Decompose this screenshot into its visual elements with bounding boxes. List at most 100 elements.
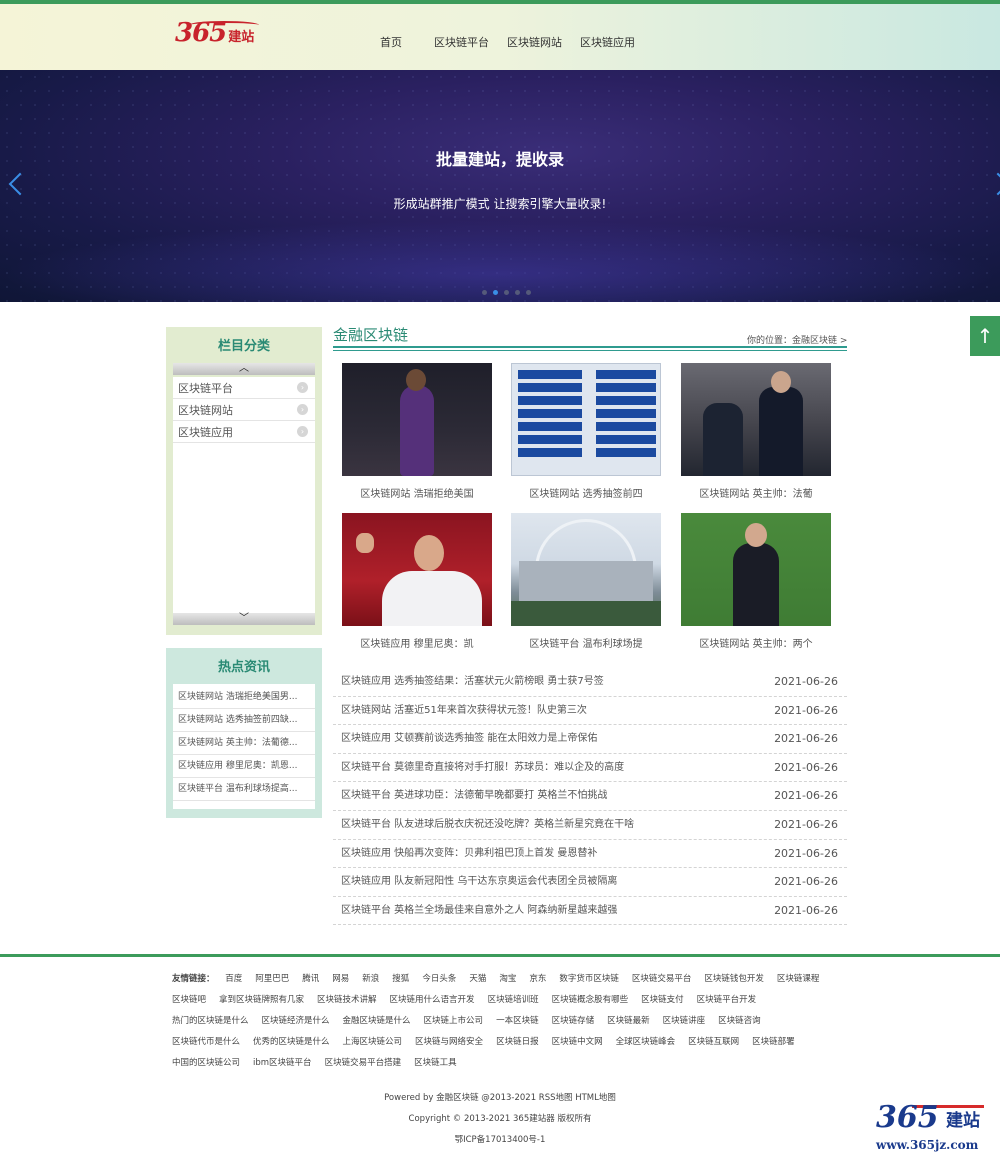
friend-link[interactable]: 金融区块链是什么 — [343, 1011, 411, 1032]
friend-link[interactable]: 区块链工具 — [414, 1053, 457, 1074]
friend-link[interactable]: 区块链存储 — [552, 1011, 595, 1032]
hot-news-item[interactable]: 区块链网站 浩瑞拒绝美国男... — [173, 686, 315, 709]
nav-blockchain-platform[interactable]: 区块链平台 — [434, 34, 489, 50]
news-item[interactable]: 区块链应用 艾顿赛前谈选秀抽签 能在太阳效力是上帝保佑 2021-06-26 — [333, 725, 847, 754]
friend-link[interactable]: 网易 — [332, 969, 349, 990]
friend-link[interactable]: 区块链支付 — [641, 990, 684, 1011]
news-item[interactable]: 区块链网站 活塞近51年来首次获得状元签！队史第三次 2021-06-26 — [333, 697, 847, 726]
friend-link[interactable]: 区块链经济是什么 — [262, 1011, 330, 1032]
breadcrumb[interactable]: 你的位置：金融区块链 > — [747, 333, 847, 346]
thumb-caption[interactable]: 区块链应用 穆里尼奥：凯 — [342, 635, 492, 650]
friend-link[interactable]: 区块链平台开发 — [697, 990, 757, 1011]
news-title[interactable]: 区块链平台 英进球功臣：法德葡早晚都要打 英格兰不怕挑战 — [341, 782, 607, 810]
pager-dot[interactable] — [515, 290, 520, 295]
nav-home[interactable]: 首页 — [380, 34, 402, 50]
back-to-top-button[interactable]: ↑ — [970, 316, 1000, 356]
friend-link[interactable]: 区块链上市公司 — [424, 1011, 484, 1032]
news-item[interactable]: 区块链平台 莫德里奇直接将对手打服！苏球员：难以企及的高度 2021-06-26 — [333, 754, 847, 783]
thumb-caption[interactable]: 区块链网站 英主帅：法葡 — [681, 485, 831, 500]
category-item-website[interactable]: 区块链网站 › — [173, 399, 315, 421]
thumb-card[interactable]: 区块链网站 浩瑞拒绝美国 — [342, 363, 492, 500]
friend-link[interactable]: 中国的区块链公司 — [172, 1053, 240, 1074]
category-item-platform[interactable]: 区块链平台 › — [173, 377, 315, 399]
friend-link[interactable]: 区块链最新 — [607, 1011, 650, 1032]
news-title[interactable]: 区块链应用 快船再次变阵：贝弗利祖巴顶上首发 曼恩替补 — [341, 840, 597, 868]
thumb-card[interactable]: 区块链网站 英主帅：法葡 — [681, 363, 831, 500]
news-title[interactable]: 区块链应用 艾顿赛前谈选秀抽签 能在太阳效力是上帝保佑 — [341, 725, 597, 753]
site-logo[interactable]: 365 建站 — [175, 18, 259, 48]
friend-link[interactable]: 百度 — [225, 969, 242, 990]
friend-link[interactable]: 区块链中文网 — [552, 1032, 603, 1053]
draft-order-graphic[interactable] — [511, 363, 661, 476]
friend-link[interactable]: 区块链代币是什么 — [172, 1032, 240, 1053]
friend-link[interactable]: 淘宝 — [499, 969, 516, 990]
hot-news-item[interactable]: 区块链平台 温布利球场提高... — [173, 778, 315, 801]
friend-link[interactable]: 新浪 — [362, 969, 379, 990]
icp-license[interactable]: 鄂ICP备17013400号-1 — [0, 1133, 1000, 1145]
thumb-card[interactable]: 区块链网站 选秀抽签前四 — [511, 363, 661, 500]
hot-news-item[interactable]: 区块链应用 穆里尼奥：凯恩... — [173, 755, 315, 778]
friend-link[interactable]: 区块链讲座 — [663, 1011, 706, 1032]
friend-link[interactable]: 区块链吧 — [172, 990, 206, 1011]
friend-link[interactable]: 区块链日报 — [496, 1032, 539, 1053]
news-title[interactable]: 区块链应用 选秀抽签结果：活塞状元火箭榜眼 勇士获7号签 — [341, 668, 604, 696]
friend-link[interactable]: 上海区块链公司 — [343, 1032, 403, 1053]
scroll-up-button[interactable]: ︿ — [173, 363, 315, 375]
thumb-caption[interactable]: 区块链网站 浩瑞拒绝美国 — [342, 485, 492, 500]
news-title[interactable]: 区块链应用 队友新冠阳性 乌干达东京奥运会代表团全员被隔离 — [341, 868, 617, 896]
thumb-caption[interactable]: 区块链网站 选秀抽签前四 — [511, 485, 661, 500]
hot-news-item[interactable]: 区块链网站 选秀抽签前四缺... — [173, 709, 315, 732]
pager-dot[interactable] — [526, 290, 531, 295]
news-item[interactable]: 区块链平台 英格兰全场最佳来自意外之人 阿森纳新星越来越强 2021-06-26 — [333, 897, 847, 926]
news-item[interactable]: 区块链应用 选秀抽签结果：活塞状元火箭榜眼 勇士获7号签 2021-06-26 — [333, 668, 847, 697]
powered-by[interactable]: Powered by 金融区块链 @2013-2021 RSS地图 HTML地图 — [0, 1091, 1000, 1103]
news-title[interactable]: 区块链平台 队友进球后脱衣庆祝还没吃牌？英格兰新星究竟在干啥 — [341, 811, 634, 839]
football-player-photo[interactable] — [342, 513, 492, 626]
pager-dot[interactable] — [504, 290, 509, 295]
friend-link[interactable]: 天猫 — [469, 969, 486, 990]
thumb-caption[interactable]: 区块链平台 温布利球场提 — [511, 635, 661, 650]
friend-link[interactable]: 数字货币区块链 — [559, 969, 619, 990]
friend-link[interactable]: 腾讯 — [302, 969, 319, 990]
thumb-card[interactable]: 区块链平台 温布利球场提 — [511, 513, 661, 650]
friend-link[interactable]: 全球区块链峰会 — [616, 1032, 676, 1053]
friend-link[interactable]: 区块链钱包开发 — [704, 969, 764, 990]
friend-link[interactable]: 京东 — [529, 969, 546, 990]
thumb-caption[interactable]: 区块链网站 英主帅：两个 — [681, 635, 831, 650]
friend-link[interactable]: 优秀的区块链是什么 — [253, 1032, 330, 1053]
friend-link[interactable]: 区块链与网络安全 — [415, 1032, 483, 1053]
friend-link[interactable]: 拿到区块链牌照有几家 — [219, 990, 304, 1011]
friend-link[interactable]: 区块链部署 — [752, 1032, 795, 1053]
news-item[interactable]: 区块链平台 队友进球后脱衣庆祝还没吃牌？英格兰新星究竟在干啥 2021-06-26 — [333, 811, 847, 840]
category-item-app[interactable]: 区块链应用 › — [173, 421, 315, 443]
nav-blockchain-app[interactable]: 区块链应用 — [580, 34, 635, 50]
friend-link[interactable]: 区块链概念股有哪些 — [552, 990, 629, 1011]
stadium-photo[interactable] — [511, 513, 661, 626]
friend-link[interactable]: 区块链咨询 — [718, 1011, 761, 1032]
pager-dot[interactable] — [482, 290, 487, 295]
friend-link[interactable]: ibm区块链平台 — [253, 1053, 312, 1074]
friend-link[interactable]: 搜狐 — [392, 969, 409, 990]
pager-dot-active[interactable] — [493, 290, 498, 295]
friend-link[interactable]: 区块链技术讲解 — [317, 990, 377, 1011]
manager-photo[interactable] — [681, 513, 831, 626]
scroll-down-button[interactable]: ﹀ — [173, 613, 315, 625]
basketball-player-photo[interactable] — [342, 363, 492, 476]
thumb-card[interactable]: 区块链应用 穆里尼奥：凯 — [342, 513, 492, 650]
friend-link[interactable]: 区块链用什么语言开发 — [390, 990, 475, 1011]
news-title[interactable]: 区块链平台 莫德里奇直接将对手打服！苏球员：难以企及的高度 — [341, 754, 624, 782]
friend-link[interactable]: 热门的区块链是什么 — [172, 1011, 249, 1032]
news-title[interactable]: 区块链网站 活塞近51年来首次获得状元签！队史第三次 — [341, 697, 587, 725]
news-item[interactable]: 区块链平台 英进球功臣：法德葡早晚都要打 英格兰不怕挑战 2021-06-26 — [333, 782, 847, 811]
friend-link[interactable]: 一本区块链 — [496, 1011, 539, 1032]
nav-blockchain-website[interactable]: 区块链网站 — [507, 34, 562, 50]
hot-news-item[interactable]: 区块链网站 英主帅：法葡德... — [173, 732, 315, 755]
friend-link[interactable]: 区块链交易平台搭建 — [325, 1053, 402, 1074]
friend-link[interactable]: 今日头条 — [422, 969, 456, 990]
news-title[interactable]: 区块链平台 英格兰全场最佳来自意外之人 阿森纳新星越来越强 — [341, 897, 617, 925]
coaches-photo[interactable] — [681, 363, 831, 476]
friend-link[interactable]: 区块链交易平台 — [632, 969, 692, 990]
friend-link[interactable]: 区块链互联网 — [688, 1032, 739, 1053]
news-item[interactable]: 区块链应用 队友新冠阳性 乌干达东京奥运会代表团全员被隔离 2021-06-26 — [333, 868, 847, 897]
friend-link[interactable]: 区块链课程 — [777, 969, 820, 990]
